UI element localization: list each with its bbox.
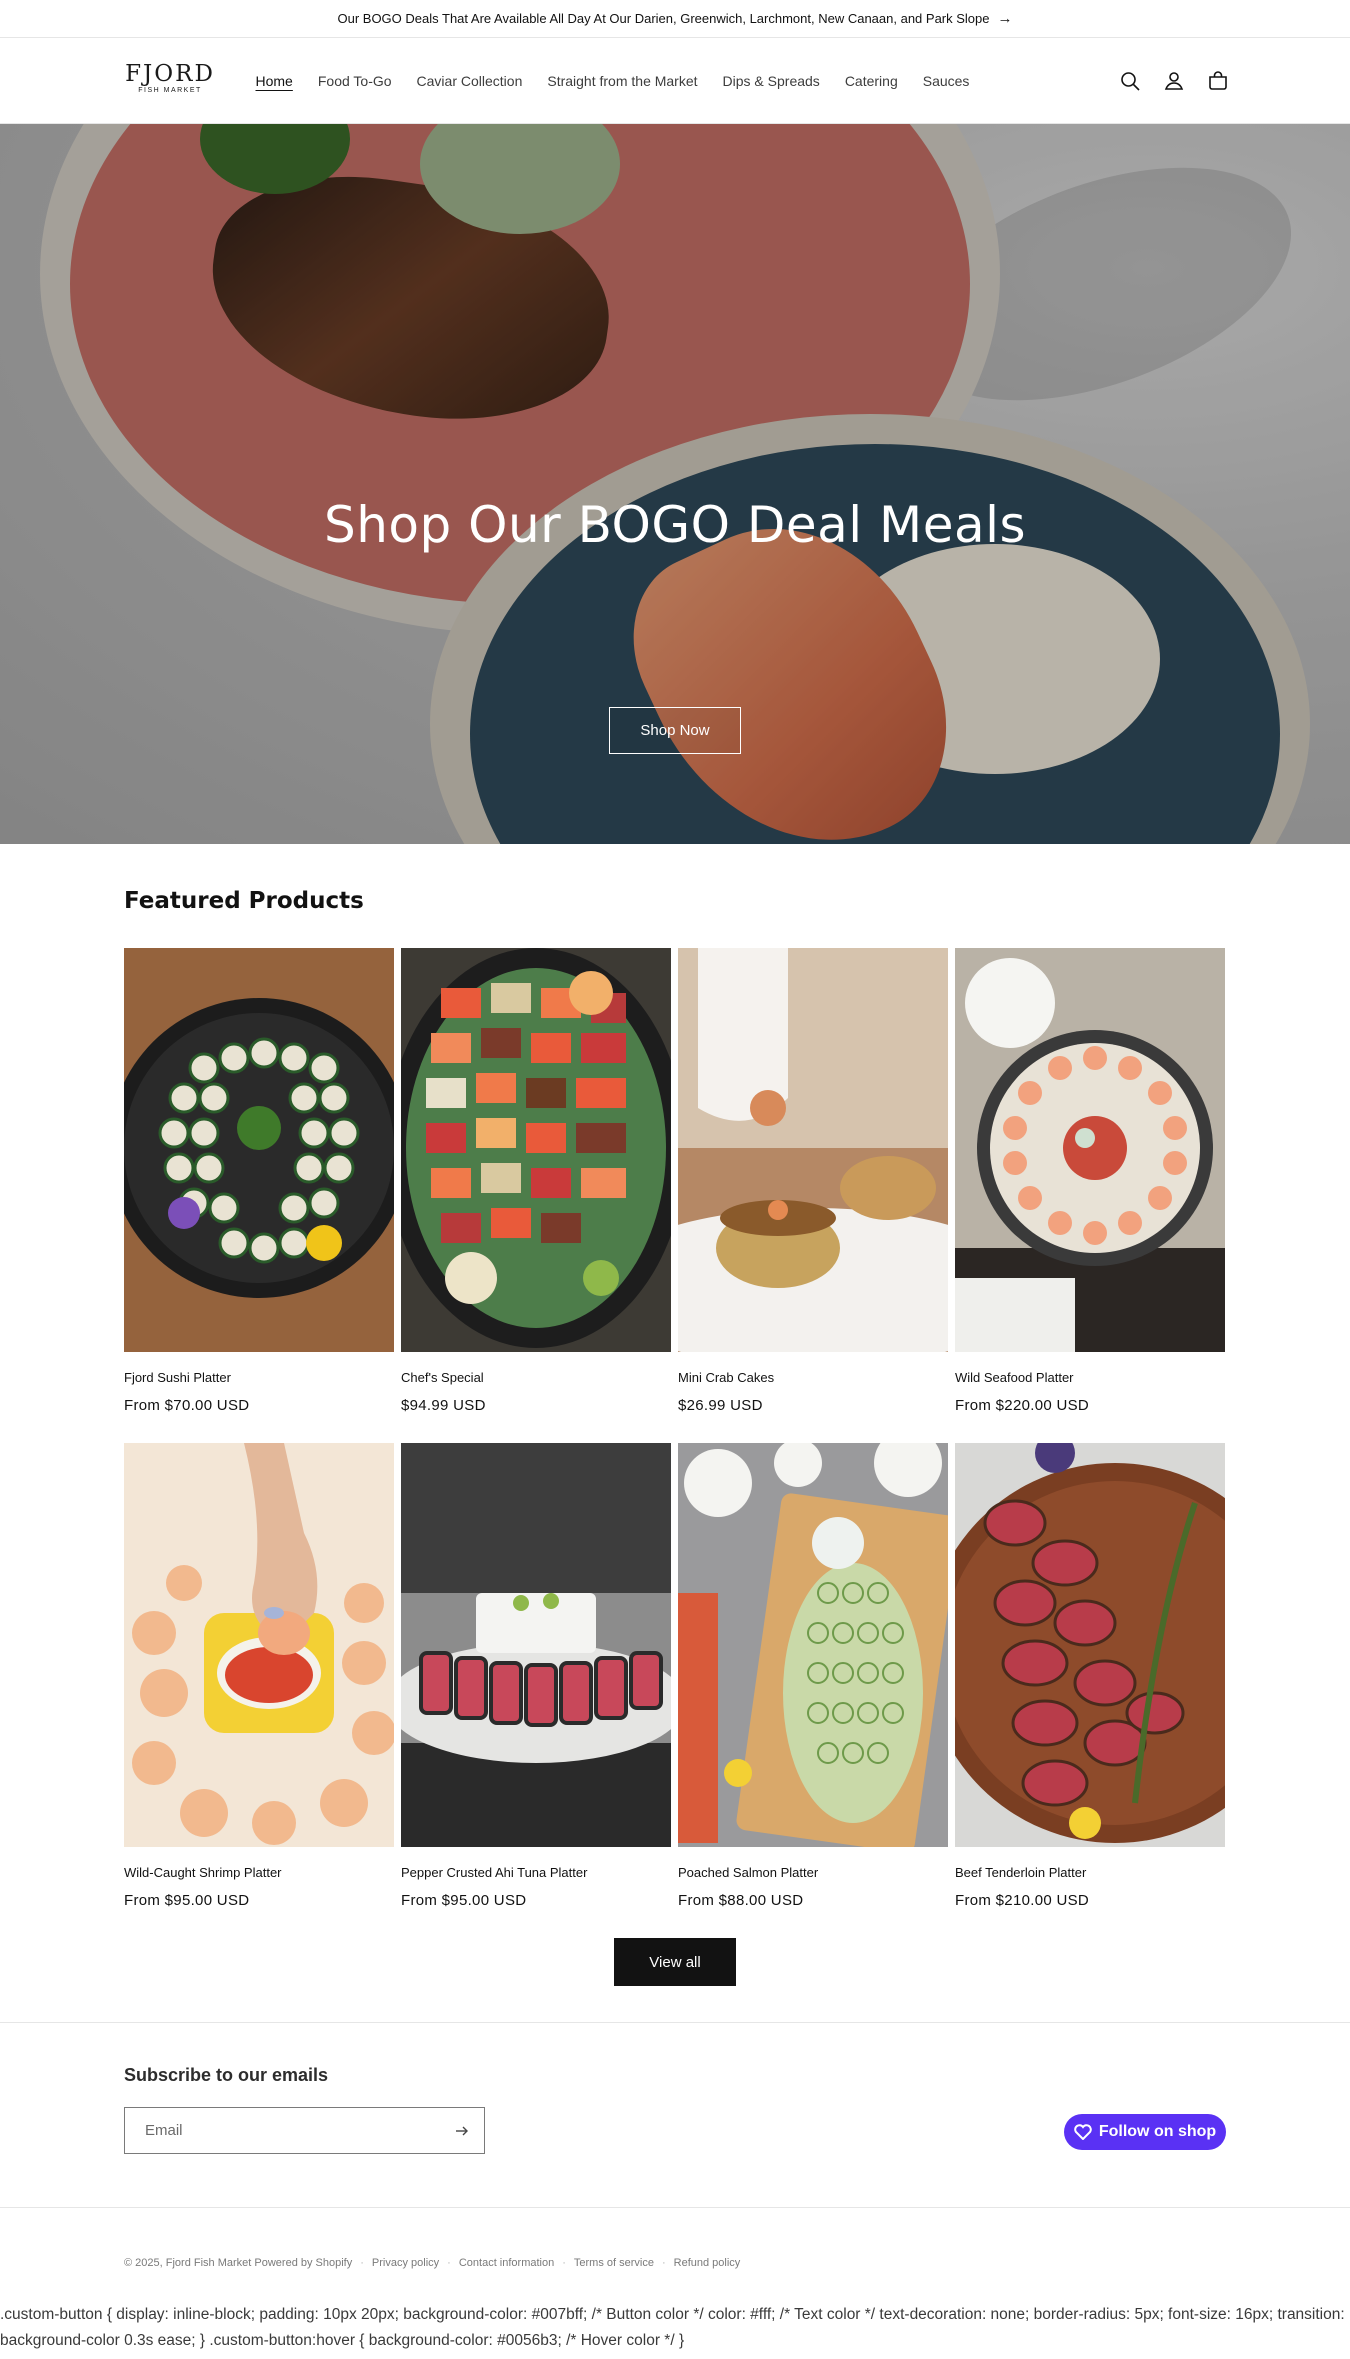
raw-css-text: .custom-button { display: inline-block; … <box>0 2306 1345 2349</box>
nav-item-sauces[interactable]: Sauces <box>910 73 982 89</box>
product-name[interactable]: Beef Tenderloin Platter <box>955 1865 1225 1880</box>
product-name[interactable]: Chef's Special <box>401 1370 671 1385</box>
announcement-text[interactable]: Our BOGO Deals That Are Available All Da… <box>337 11 989 26</box>
nav-item-home[interactable]: Home <box>243 73 305 89</box>
email-field-container <box>124 2107 485 2154</box>
heart-icon <box>1074 2124 1092 2140</box>
logo-tagline: FISH MARKET <box>138 87 202 94</box>
view-all-button[interactable]: View all <box>614 1938 736 1986</box>
product-name[interactable]: Mini Crab Cakes <box>678 1370 948 1385</box>
search-icon[interactable] <box>1118 69 1142 93</box>
section-divider <box>0 2022 1350 2023</box>
product-card[interactable]: Fjord Sushi Platter From $70.00 USD <box>124 948 394 1414</box>
cart-icon[interactable] <box>1206 69 1230 93</box>
product-card[interactable]: Mini Crab Cakes $26.99 USD <box>678 948 948 1414</box>
follow-on-shop-label: Follow on shop <box>1098 2123 1217 2140</box>
nav-item-food-to-go[interactable]: Food To-Go <box>305 73 404 89</box>
product-price: From $95.00 USD <box>124 1892 250 1909</box>
product-image[interactable] <box>678 948 948 1352</box>
featured-products-heading: Featured Products <box>124 888 364 914</box>
logo[interactable]: FJORD FISH MARKET <box>124 62 216 100</box>
contact-information-link[interactable]: Contact information <box>459 2257 554 2269</box>
announcement-bar[interactable]: Our BOGO Deals That Are Available All Da… <box>0 0 1350 38</box>
product-name[interactable]: Poached Salmon Platter <box>678 1865 948 1880</box>
hero-title: Shop Our BOGO Deal Meals <box>323 496 1027 554</box>
product-image[interactable] <box>124 1443 394 1847</box>
email-field[interactable] <box>125 2108 440 2153</box>
refund-policy-link[interactable]: Refund policy <box>674 2257 741 2269</box>
product-card[interactable]: Chef's Special $94.99 USD <box>401 948 671 1414</box>
shop-now-button[interactable]: Shop Now <box>609 707 741 754</box>
product-price: From $220.00 USD <box>955 1397 1090 1414</box>
product-price: From $95.00 USD <box>401 1892 527 1909</box>
footer-divider <box>0 2207 1350 2208</box>
subscribe-heading: Subscribe to our emails <box>124 2065 329 2085</box>
product-card[interactable]: Poached Salmon Platter From $88.00 USD <box>678 1443 948 1909</box>
nav-item-caviar-collection[interactable]: Caviar Collection <box>404 73 535 89</box>
product-card[interactable]: Wild Seafood Platter From $220.00 USD <box>955 948 1225 1414</box>
brand-link[interactable]: Fjord Fish Market <box>166 2257 252 2269</box>
product-price: From $88.00 USD <box>678 1892 804 1909</box>
privacy-policy-link[interactable]: Privacy policy <box>372 2257 439 2269</box>
powered-by-link[interactable]: Powered by Shopify <box>254 2257 352 2269</box>
product-image[interactable] <box>955 948 1225 1352</box>
product-image[interactable] <box>124 948 394 1352</box>
product-price: $94.99 USD <box>401 1397 486 1414</box>
follow-on-shop-button[interactable]: Follow on shop <box>1064 2114 1226 2150</box>
product-name[interactable]: Pepper Crusted Ahi Tuna Platter <box>401 1865 671 1880</box>
nav-item-catering[interactable]: Catering <box>832 73 910 89</box>
copyright-text: © 2025, <box>124 2257 163 2269</box>
product-name[interactable]: Wild-Caught Shrimp Platter <box>124 1865 394 1880</box>
product-image[interactable] <box>401 948 671 1352</box>
product-name[interactable]: Fjord Sushi Platter <box>124 1370 394 1385</box>
product-name[interactable]: Wild Seafood Platter <box>955 1370 1225 1385</box>
product-image[interactable] <box>401 1443 671 1847</box>
arrow-right-icon[interactable] <box>440 2109 484 2153</box>
site-header: FJORD FISH MARKET Home Food To-Go Caviar… <box>0 38 1350 124</box>
main-nav: Home Food To-Go Caviar Collection Straig… <box>243 38 982 124</box>
footer-links: © 2025, Fjord Fish Market Powered by Sho… <box>124 2257 741 2269</box>
terms-of-service-link[interactable]: Terms of service <box>574 2257 654 2269</box>
header-icons <box>1118 38 1230 124</box>
product-image[interactable] <box>678 1443 948 1847</box>
account-icon[interactable] <box>1162 69 1186 93</box>
nav-item-dips-spreads[interactable]: Dips & Spreads <box>710 73 832 89</box>
product-image[interactable] <box>955 1443 1225 1847</box>
product-price: $26.99 USD <box>678 1397 763 1414</box>
product-card[interactable]: Pepper Crusted Ahi Tuna Platter From $95… <box>401 1443 671 1909</box>
arrow-right-icon: → <box>997 10 1013 27</box>
product-card[interactable]: Wild-Caught Shrimp Platter From $95.00 U… <box>124 1443 394 1909</box>
nav-item-straight-from-market[interactable]: Straight from the Market <box>535 73 710 89</box>
logo-wordmark: FJORD <box>125 61 215 87</box>
product-price: From $210.00 USD <box>955 1892 1090 1909</box>
product-card[interactable]: Beef Tenderloin Platter From $210.00 USD <box>955 1443 1225 1909</box>
product-price: From $70.00 USD <box>124 1397 250 1414</box>
